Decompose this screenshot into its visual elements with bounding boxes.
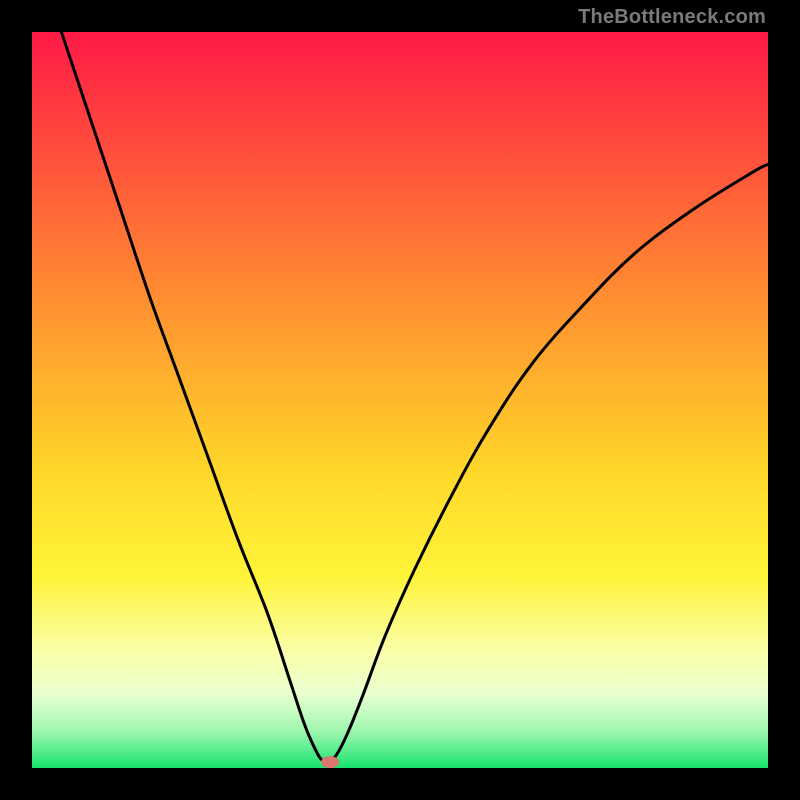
minimum-marker (321, 756, 339, 768)
bottleneck-chart (32, 32, 768, 768)
attribution-label: TheBottleneck.com (578, 6, 766, 29)
gradient-background (32, 32, 768, 768)
chart-frame (32, 32, 768, 768)
